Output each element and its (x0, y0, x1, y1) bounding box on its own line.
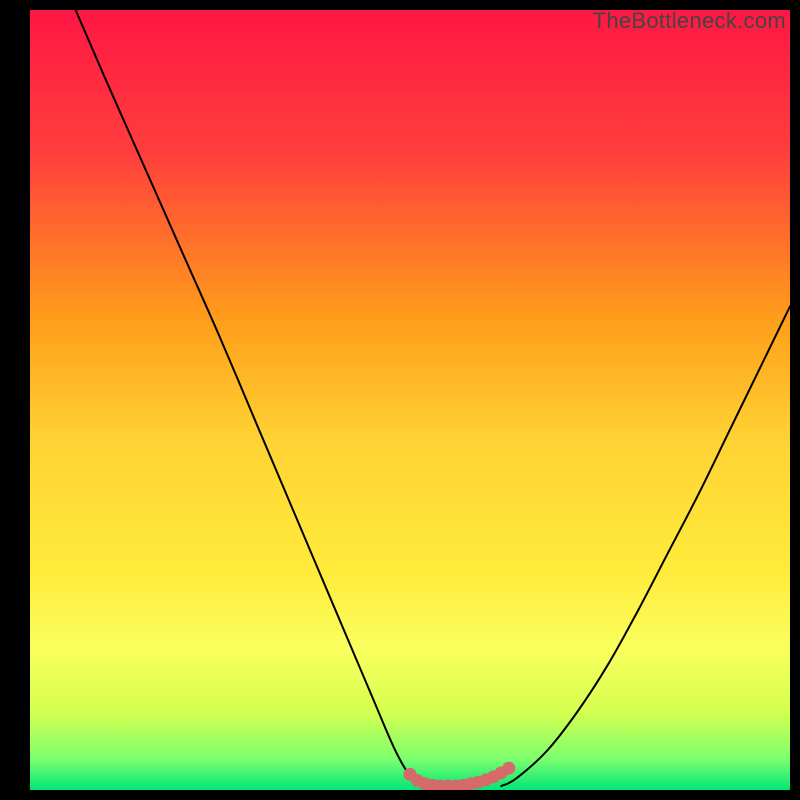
gradient-background (30, 10, 790, 790)
marker-dot (502, 762, 515, 775)
watermark-text: TheBottleneck.com (593, 8, 786, 34)
chart-svg (30, 10, 790, 790)
chart-container: TheBottleneck.com (0, 0, 800, 800)
plot-area (30, 10, 790, 790)
